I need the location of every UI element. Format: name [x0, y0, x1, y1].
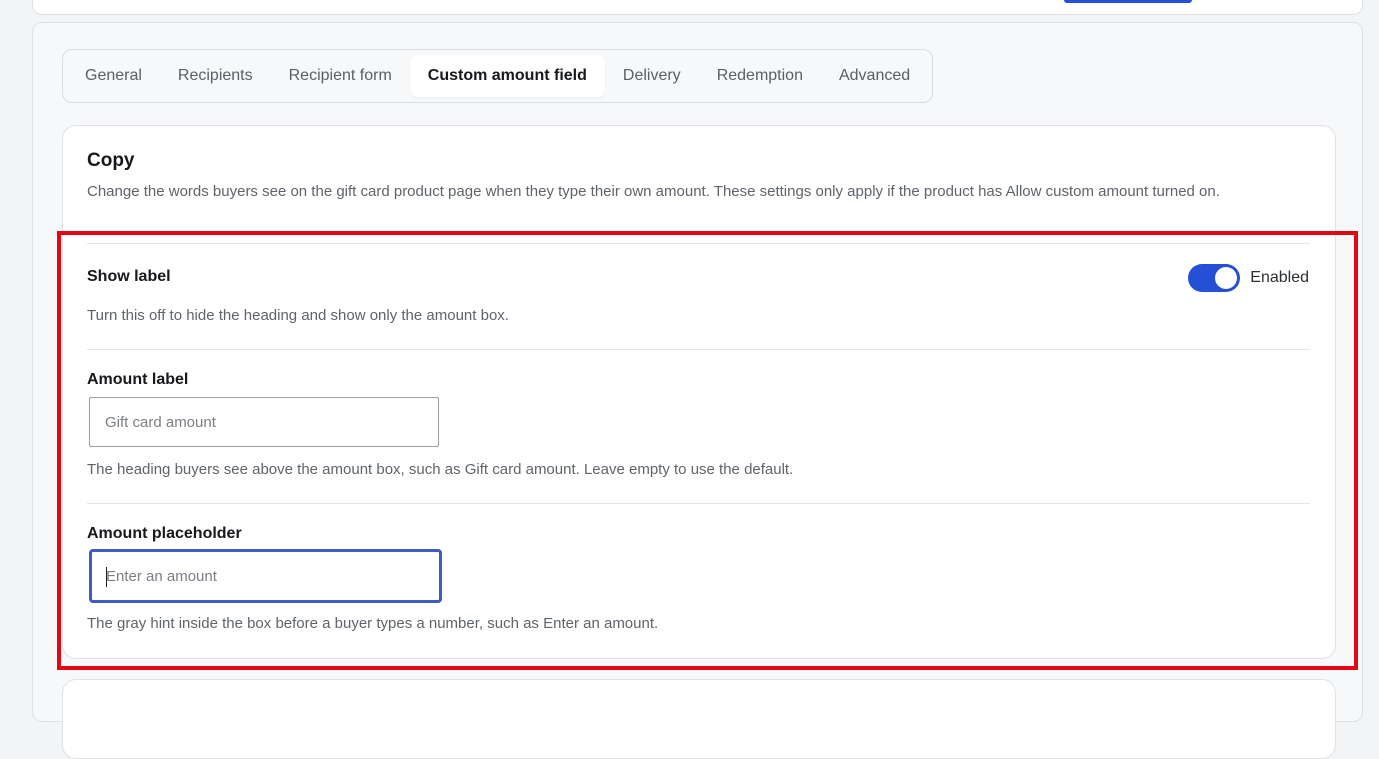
next-settings-card [62, 679, 1336, 759]
section-description: Change the words buyers see on the gift … [87, 183, 1220, 200]
amount-placeholder-title: Amount placeholder [87, 525, 242, 542]
tab-recipients[interactable]: Recipients [160, 55, 271, 97]
text-caret [106, 567, 107, 587]
amount-label-title: Amount label [87, 371, 189, 388]
toggle-knob [1215, 267, 1238, 289]
copy-settings-card: Copy Change the words buyers see on the … [62, 125, 1336, 659]
divider [87, 503, 1310, 504]
divider [87, 243, 1310, 244]
section-title: Copy [87, 150, 135, 171]
amount-label-input[interactable] [89, 397, 439, 447]
tab-custom-amount-field[interactable]: Custom amount field [409, 55, 605, 97]
tab-general[interactable]: General [67, 55, 160, 97]
show-label-toggle[interactable] [1188, 264, 1241, 292]
tab-recipient-form[interactable]: Recipient form [271, 55, 410, 97]
divider [87, 349, 1310, 350]
amount-label-help: The heading buyers see above the amount … [87, 461, 794, 478]
amount-placeholder-input[interactable] [89, 549, 442, 603]
toggle-state-label: Enabled [1250, 269, 1309, 286]
amount-placeholder-help: The gray hint inside the box before a bu… [87, 615, 659, 632]
tab-redemption[interactable]: Redemption [699, 55, 821, 97]
show-label-help: Turn this off to hide the heading and sh… [87, 307, 509, 324]
tab-advanced[interactable]: Advanced [821, 55, 928, 97]
previous-card [32, 0, 1363, 15]
show-label-toggle-group: Enabled [1188, 264, 1309, 292]
tab-delivery[interactable]: Delivery [605, 55, 699, 97]
tab-bar: General Recipients Recipient form Custom… [62, 49, 934, 103]
primary-button-edge[interactable] [1064, 0, 1192, 3]
settings-panel: General Recipients Recipient form Custom… [32, 22, 1363, 759]
show-label-title: Show label [87, 268, 171, 285]
